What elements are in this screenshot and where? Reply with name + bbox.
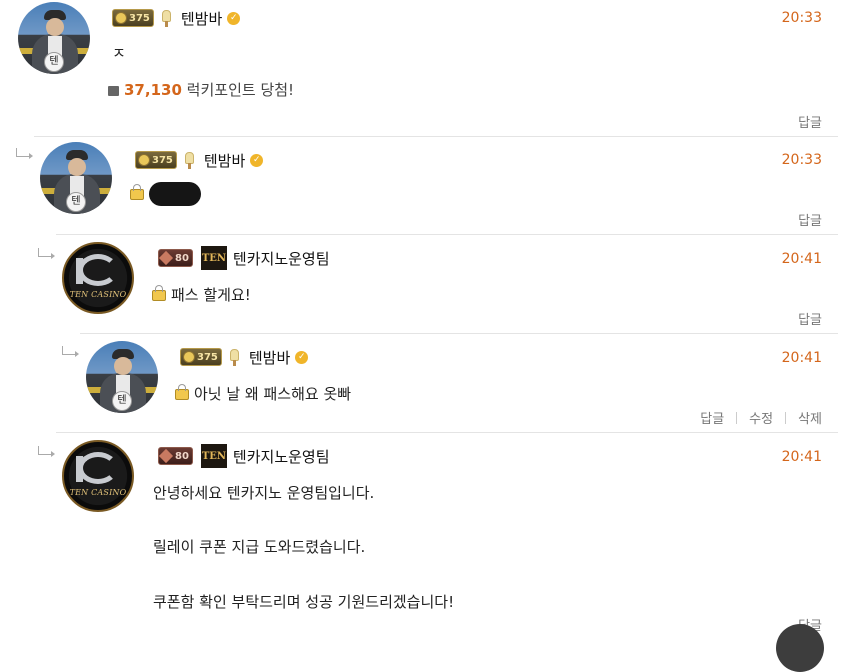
comment-text: 패스 할게요! <box>152 284 251 306</box>
popsicle-icon <box>229 349 239 366</box>
lock-icon <box>175 384 189 400</box>
verified-icon: ✓ <box>295 350 309 364</box>
comment-line-3: 쿠폰함 확인 부탁드리며 성공 기원드리겠습니다! <box>153 593 455 611</box>
popsicle-icon <box>184 152 194 169</box>
delete-button[interactable]: 삭제 <box>798 408 822 427</box>
reward-points: 37,130 <box>124 81 182 99</box>
ten-badge-icon: TEN <box>200 246 227 270</box>
scroll-top-button[interactable] <box>776 624 824 672</box>
comment-text <box>130 182 201 206</box>
divider <box>34 136 838 137</box>
user-avatar[interactable]: 텐 <box>40 142 112 214</box>
verified-icon: ✓ <box>250 153 264 167</box>
level-badge: 80 <box>158 447 193 465</box>
casino-avatar[interactable]: TEN CASINO <box>62 242 134 314</box>
comment-time: 20:41 <box>781 449 822 465</box>
comment-time: 20:41 <box>781 350 822 366</box>
popsicle-icon <box>161 10 171 27</box>
level-badge: 80 <box>158 249 193 267</box>
verified-icon: ✓ <box>227 11 241 25</box>
comment-line-1: 안녕하세요 텐카지노 운영팀입니다. <box>153 484 375 502</box>
level-badge: 375 <box>180 348 222 366</box>
reply-button[interactable]: 답글 <box>798 112 822 131</box>
reply-button[interactable]: 답글 <box>798 309 822 328</box>
nickname[interactable]: 텐밤바 <box>249 347 290 368</box>
reward-label: 럭키포인트 당첨! <box>186 81 295 99</box>
gift-icon <box>108 86 119 96</box>
comment-time: 20:41 <box>781 251 822 267</box>
level-badge: 375 <box>135 151 177 169</box>
casino-avatar[interactable]: TEN CASINO <box>62 440 134 512</box>
ten-badge-icon: TEN <box>200 444 227 468</box>
nickname[interactable]: 텐카지노운영팀 <box>233 248 330 269</box>
user-avatar[interactable]: 텐 <box>86 341 158 413</box>
comment-time: 20:33 <box>781 152 822 168</box>
nickname[interactable]: 텐밤바 <box>204 150 245 171</box>
level-badge: 375 <box>112 9 154 27</box>
comment-line-2: 릴레이 쿠폰 지급 도와드렸습니다. <box>153 538 366 556</box>
reply-arrow-icon <box>16 148 33 159</box>
edit-button[interactable]: 수정 <box>749 408 773 427</box>
avatar-badge: 텐 <box>66 192 86 212</box>
divider <box>56 234 838 235</box>
avatar-label: TEN CASINO <box>69 290 127 299</box>
lucky-point-reward: 37,130 럭키포인트 당첨! <box>108 79 294 100</box>
divider <box>80 333 838 334</box>
lock-icon <box>152 285 166 301</box>
avatar-label: TEN CASINO <box>69 488 127 497</box>
comment-text: 아닛 날 왜 패스해요 옷빠 <box>175 383 351 405</box>
redacted-content <box>149 182 201 206</box>
comment-text: ㅈ <box>112 44 126 62</box>
comment-time: 20:33 <box>781 10 822 26</box>
user-avatar[interactable]: 텐 <box>18 2 90 74</box>
reply-arrow-icon <box>38 248 55 259</box>
nickname[interactable]: 텐밤바 <box>181 8 222 29</box>
avatar-badge: 텐 <box>44 52 64 72</box>
reply-button[interactable]: 답글 <box>798 210 822 229</box>
reply-arrow-icon <box>62 346 79 357</box>
reply-arrow-icon <box>38 446 55 457</box>
avatar-badge: 텐 <box>112 391 132 411</box>
lock-icon <box>130 183 144 200</box>
divider <box>56 432 838 433</box>
reply-button[interactable]: 답글 <box>700 408 724 427</box>
nickname[interactable]: 텐카지노운영팀 <box>233 446 330 467</box>
